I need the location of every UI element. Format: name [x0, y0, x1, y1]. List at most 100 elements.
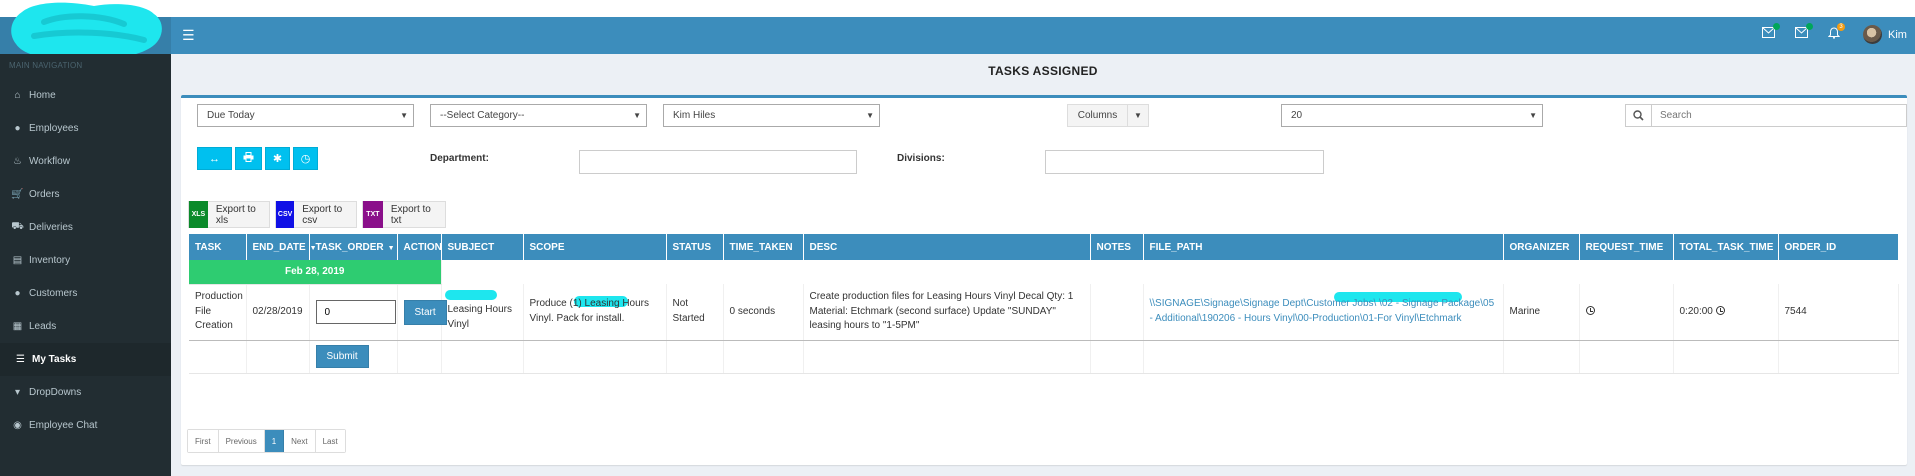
- status-cell: Not Started: [666, 284, 724, 341]
- divisions-input[interactable]: [1045, 150, 1324, 174]
- divisions-label: Divisions:: [897, 153, 945, 164]
- column-header-desc[interactable]: DESC: [803, 234, 1091, 260]
- workflow-icon: ♨: [13, 156, 22, 167]
- sidebar-item-label: Leads: [29, 321, 57, 332]
- columns-toggle-button[interactable]: Columns ▼: [1067, 104, 1149, 127]
- sidebar-item-deliveries[interactable]: ⛟ Deliveries: [0, 211, 171, 244]
- sidebar-item-employees[interactable]: ● Employees: [0, 112, 171, 145]
- category-filter-select[interactable]: --Select Category-- ▼: [430, 104, 647, 127]
- sidebar-item-label: My Tasks: [32, 354, 77, 365]
- column-header-status[interactable]: STATUS: [666, 234, 724, 260]
- notification-count-badge: 3: [1837, 23, 1845, 31]
- subject-cell: Leasing Hours Vinyl: [441, 284, 524, 341]
- due-filter-select[interactable]: Due Today ▼: [197, 104, 414, 127]
- asterisk-icon: ✱: [272, 153, 283, 165]
- column-header-time-taken[interactable]: TIME_TAKEN: [723, 234, 804, 260]
- sidebar-item-label: Employees: [29, 123, 79, 134]
- sidebar: MAIN NAVIGATION ⌂ Home ● Employees ♨ Workfl…: [0, 54, 171, 476]
- user-name[interactable]: Kim: [1888, 29, 1907, 41]
- page-last-button[interactable]: Last: [315, 430, 345, 452]
- department-label: Department:: [430, 153, 489, 164]
- column-header-order-id[interactable]: ORDER_ID: [1778, 234, 1899, 260]
- organizer-cell: Marine: [1503, 284, 1580, 341]
- column-header-request-time[interactable]: REQUEST_TIME: [1579, 234, 1674, 260]
- task-link[interactable]: Production File Creation: [189, 284, 247, 341]
- clock-icon[interactable]: [1585, 305, 1595, 315]
- column-header-action[interactable]: ACTION: [397, 234, 442, 260]
- column-header-scope[interactable]: SCOPE: [523, 234, 667, 260]
- sidebar-item-orders[interactable]: 🛒 Orders: [0, 178, 171, 211]
- sidebar-item-label: Inventory: [29, 255, 71, 266]
- history-button[interactable]: ◷: [293, 147, 318, 170]
- total-task-time-cell: 0:20:00: [1673, 284, 1779, 341]
- submit-button[interactable]: Submit: [315, 345, 369, 368]
- notes-cell: [1090, 284, 1144, 341]
- messages-envelope-icon[interactable]: [1762, 23, 1780, 41]
- page-first-button[interactable]: First: [188, 430, 219, 452]
- order-id-link[interactable]: 7544: [1778, 284, 1899, 341]
- logo-area[interactable]: [0, 2, 171, 60]
- category-filter-value: --Select Category--: [440, 110, 525, 121]
- column-header-organizer[interactable]: ORGANIZER: [1503, 234, 1580, 260]
- sidebar-item-label: Employee Chat: [29, 420, 98, 431]
- export-xls-label: Export to xls: [215, 203, 256, 226]
- sidebar-item-workflow[interactable]: ♨ Workflow: [0, 145, 171, 178]
- sidebar-item-label: DropDowns: [29, 387, 82, 398]
- search-input[interactable]: [1651, 104, 1907, 127]
- tasks-icon: ☰: [16, 354, 25, 365]
- sidebar-item-home[interactable]: ⌂ Home: [0, 79, 171, 112]
- page-previous-button[interactable]: Previous: [218, 430, 265, 452]
- export-txt-button[interactable]: TXT Export to txt: [362, 201, 446, 228]
- sidebar-item-inventory[interactable]: ▤ Inventory: [0, 244, 171, 277]
- column-header-end-date[interactable]: END_DATE ▼: [246, 234, 317, 260]
- clock-icon[interactable]: [1715, 305, 1725, 315]
- task-order-input[interactable]: [315, 300, 396, 324]
- mail-envelope-icon[interactable]: [1795, 23, 1813, 41]
- column-header-total-task-time[interactable]: TOTAL_TASK_TIME: [1673, 234, 1779, 260]
- column-header-task[interactable]: TASK: [189, 234, 247, 260]
- sidebar-item-label: Home: [29, 90, 56, 101]
- chevron-down-icon[interactable]: ▼: [1128, 105, 1148, 126]
- sidebar-item-employee-chat[interactable]: ◉ Employee Chat: [0, 409, 171, 442]
- file-path-link[interactable]: \\SIGNAGE\Signage\Signage Dept\Customer …: [1150, 297, 1497, 326]
- column-header-file-path[interactable]: FILE_PATH: [1143, 234, 1504, 260]
- arrows-horizontal-icon: ↔: [209, 152, 220, 165]
- page-next-button[interactable]: Next: [284, 430, 316, 452]
- due-filter-value: Due Today: [207, 110, 255, 121]
- expand-horizontal-button[interactable]: ↔: [197, 147, 232, 170]
- chat-icon: ◉: [13, 420, 22, 431]
- column-header-notes[interactable]: NOTES: [1090, 234, 1144, 260]
- print-button[interactable]: [235, 147, 262, 170]
- sidebar-toggle-icon[interactable]: ☰: [182, 28, 195, 42]
- sidebar-item-my-tasks[interactable]: ☰ My Tasks: [0, 343, 171, 376]
- bell-icon[interactable]: 3: [1827, 23, 1845, 42]
- user-avatar[interactable]: [1863, 25, 1882, 44]
- top-navbar: ☰ 3 Kim: [0, 2, 1915, 60]
- user-icon: ●: [14, 288, 21, 299]
- export-txt-label: Export to txt: [390, 203, 431, 226]
- assignee-filter-select[interactable]: Kim Hiles ▼: [663, 104, 880, 127]
- column-header-task-order[interactable]: TASK_ORDER ▼: [309, 234, 398, 260]
- time-taken-cell: 0 seconds: [723, 284, 804, 341]
- user-icon: ●: [14, 123, 21, 134]
- column-header-subject[interactable]: SUBJECT: [441, 234, 524, 260]
- page-title: TASKS ASSIGNED: [988, 64, 1098, 78]
- export-csv-label: Export to csv: [302, 203, 343, 226]
- notification-badge: [1773, 23, 1780, 30]
- settings-button[interactable]: ✱: [265, 147, 290, 170]
- table-header-row: TASK END_DATE ▼ TASK_ORDER ▼ ACTION SUBJEC…: [189, 234, 1899, 260]
- pagination: First Previous 1 Next Last: [187, 429, 346, 453]
- department-input[interactable]: [579, 150, 857, 174]
- sidebar-item-customers[interactable]: ● Customers: [0, 277, 171, 310]
- sidebar-item-leads[interactable]: ▦ Leads: [0, 310, 171, 343]
- sort-desc-icon: ▼: [387, 244, 395, 252]
- sidebar-item-label: Deliveries: [29, 222, 73, 233]
- export-csv-button[interactable]: CSV Export to csv: [275, 201, 357, 228]
- page-size-select[interactable]: 20 ▼: [1281, 104, 1543, 127]
- sidebar-header: MAIN NAVIGATION: [9, 61, 83, 70]
- home-icon: ⌂: [14, 90, 21, 101]
- sidebar-item-dropdowns[interactable]: ▾ DropDowns: [0, 376, 171, 409]
- export-xls-button[interactable]: XLS Export to xls: [188, 201, 270, 228]
- page-current-button[interactable]: 1: [264, 430, 285, 452]
- tasks-table: TASK END_DATE ▼ TASK_ORDER ▼ ACTION SUBJEC…: [189, 234, 1899, 374]
